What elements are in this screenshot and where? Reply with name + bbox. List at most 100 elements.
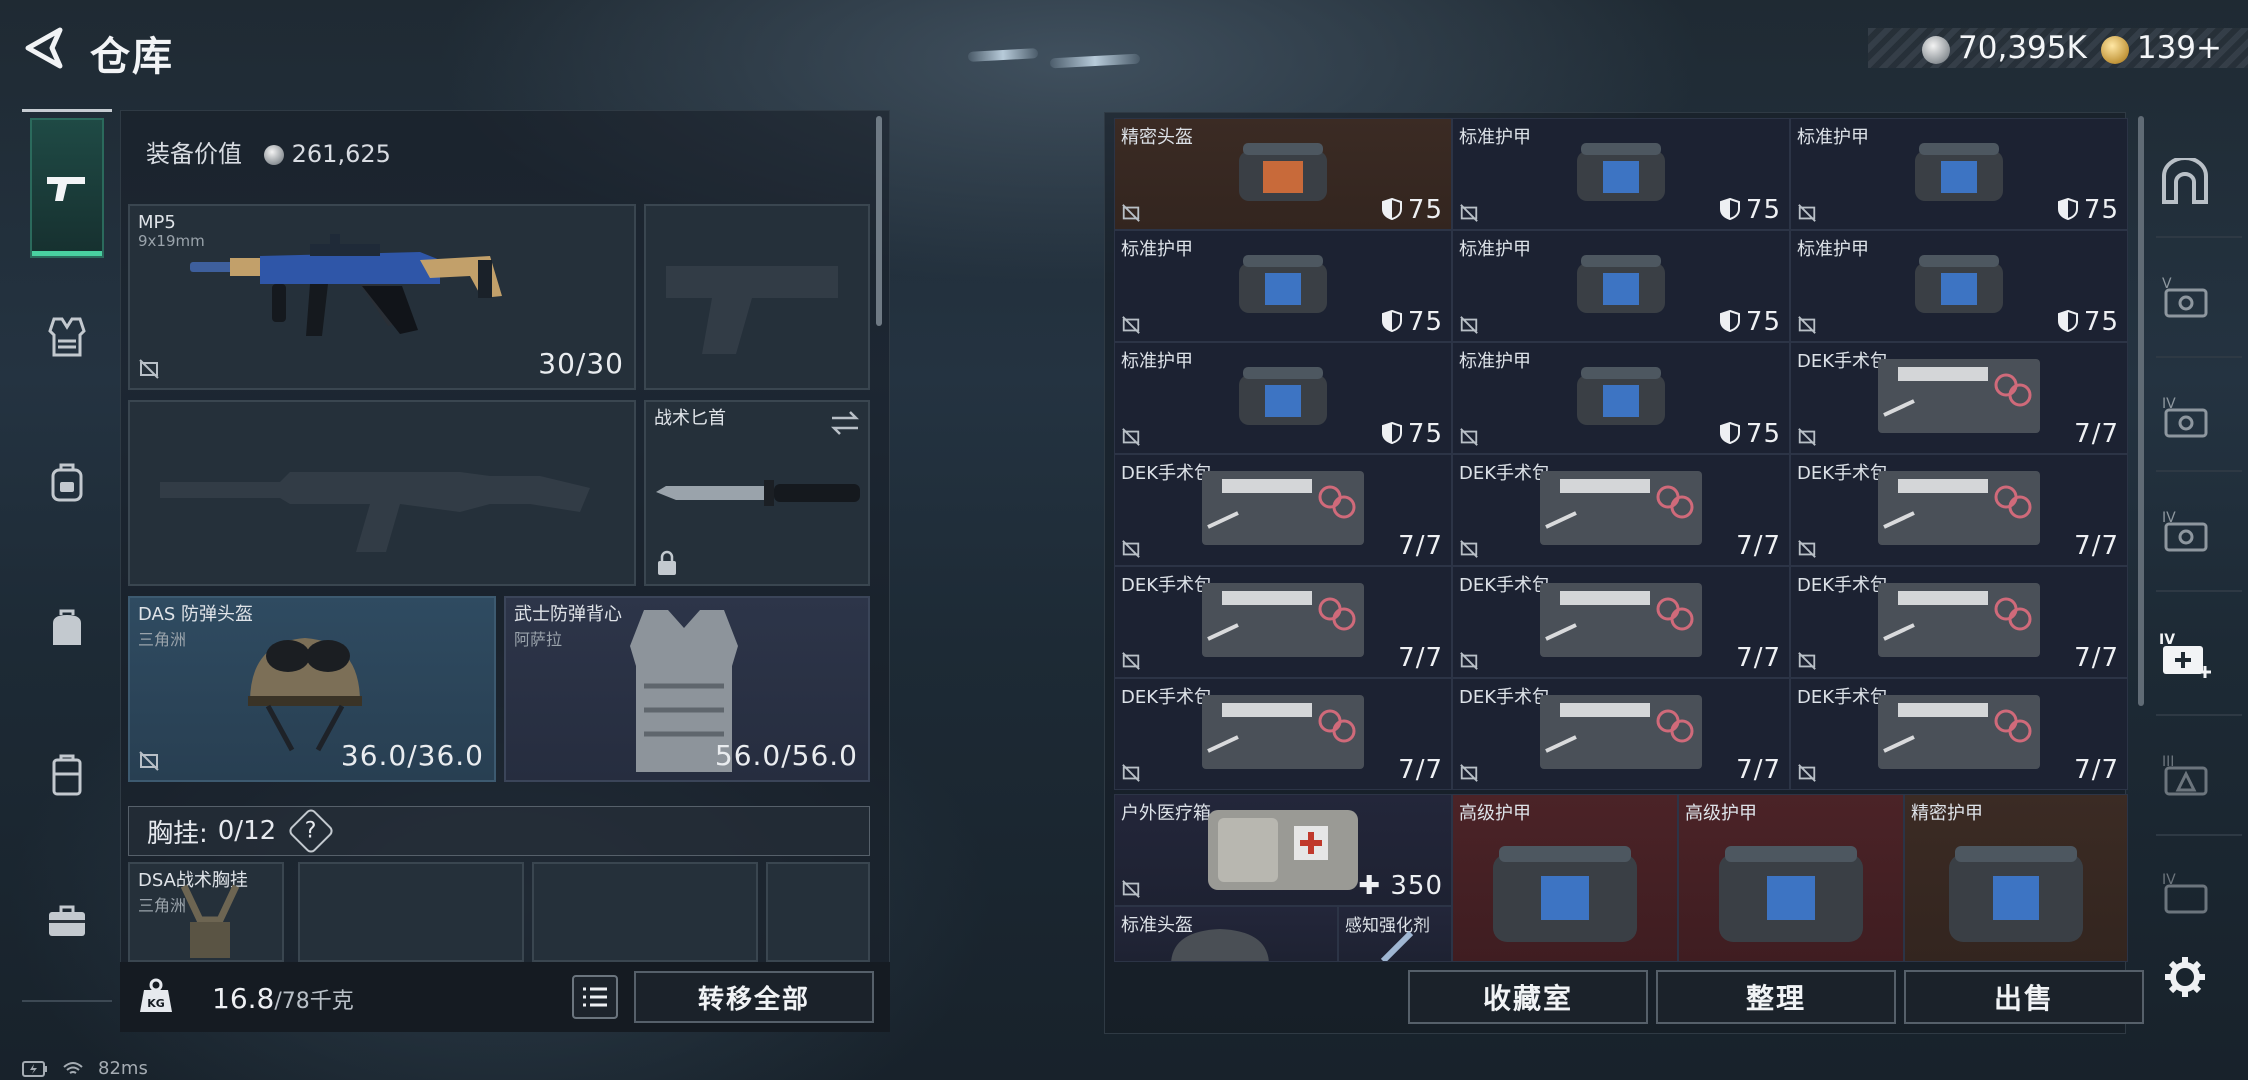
storage-tab-iv[interactable]: IV (2150, 382, 2220, 452)
grid-item-medkit[interactable]: DEK手术包 7/7 (1114, 678, 1452, 790)
no-insure-icon (1122, 204, 1140, 222)
chest-rig-count: 0/12 (217, 816, 277, 846)
grid-item-medkit[interactable]: DEK手术包 7/7 (1790, 454, 2128, 566)
storage-box-iv-icon: IV (2162, 872, 2208, 914)
transfer-all-button[interactable]: 转移全部 (634, 971, 874, 1023)
medkit-icon (1536, 691, 1706, 777)
helmet-slot[interactable]: DAS 防弹头盔 三角洲 36.0/36.0 (128, 596, 496, 782)
grid-item-advanced-armor[interactable]: 高级护甲 (1678, 794, 1904, 962)
no-insure-icon (1798, 428, 1816, 446)
weight-kg-icon: KG (140, 978, 172, 1012)
list-view-button[interactable] (572, 975, 618, 1019)
primary-weapon-slot[interactable]: MP5 9x19mm 30/30 (128, 204, 636, 390)
grid-item-armor[interactable]: 标准护甲 75 (1790, 230, 2128, 342)
item-name: 高级护甲 (1685, 803, 1757, 824)
rifle-slot[interactable] (128, 400, 636, 586)
svg-text:IV: IV (2159, 632, 2175, 648)
grid-item-stim[interactable]: 感知强化剂 (1338, 906, 1452, 962)
storage-tab-main[interactable] (2150, 146, 2220, 216)
item-name: 标准护甲 (1121, 351, 1193, 372)
nav-divider (2156, 470, 2242, 472)
grid-item-armor[interactable]: 标准护甲 75 (1452, 230, 1790, 342)
item-value: 75 (2057, 307, 2119, 337)
storage-tab-iv-3[interactable]: IV (2150, 858, 2220, 928)
mp5-icon (190, 234, 502, 336)
rifle-silhouette-icon (160, 472, 590, 552)
no-insure-icon (1460, 540, 1478, 558)
medkit-icon (1536, 467, 1706, 553)
equipment-scrollbar[interactable] (876, 116, 882, 326)
item-value: 7/7 (1736, 643, 1781, 673)
grid-item-armor[interactable]: 标准护甲 75 (1114, 342, 1452, 454)
grid-item-armor[interactable]: 标准护甲 75 (1790, 118, 2128, 230)
melee-slot[interactable]: 战术匕首 (644, 400, 870, 586)
gold-currency[interactable]: 139+ (2100, 30, 2222, 66)
storage-tab-v[interactable]: V (2150, 262, 2220, 332)
storage-box-v-icon: V (2162, 276, 2208, 318)
shield-icon (2057, 197, 2078, 221)
shield-icon (1719, 421, 1740, 445)
silver-coin-icon (1922, 35, 1951, 64)
grid-item-outdoor-medkit[interactable]: 户外医疗箱 ✚ 350 (1114, 794, 1452, 906)
storage-tab-iv-2[interactable]: IV (2150, 496, 2220, 566)
chest-rig-icon (180, 884, 240, 958)
grid-item-armor[interactable]: 标准护甲 75 (1452, 118, 1790, 230)
no-insure-icon (1122, 540, 1140, 558)
nav-tab-case[interactable] (30, 730, 104, 820)
sort-button[interactable]: 整理 (1656, 970, 1896, 1024)
equipment-value-amount: 261,625 (291, 140, 391, 168)
grid-item-medkit[interactable]: DEK手术包 7/7 (1452, 454, 1790, 566)
grid-item-armor[interactable]: 标准护甲 75 (1452, 342, 1790, 454)
weight-readout: 16.8/78千克 (212, 982, 354, 1015)
grid-item-helmet[interactable]: 精密头盔 75 (1114, 118, 1452, 230)
shield-icon (1381, 421, 1402, 445)
storage-tab-iii[interactable]: III (2150, 740, 2220, 810)
chest-rig-slot[interactable]: DSA战术胸挂 三角洲 (128, 862, 284, 962)
secondary-weapon-slot[interactable] (644, 204, 870, 390)
nav-tab-vest[interactable] (30, 292, 104, 382)
settings-button[interactable] (2150, 942, 2220, 1012)
weight-current: 16.8 (212, 982, 275, 1015)
collection-room-button[interactable]: 收藏室 (1408, 970, 1648, 1024)
item-value: 7/7 (1398, 531, 1443, 561)
grid-item-medkit[interactable]: DEK手术包 7/7 (1114, 454, 1452, 566)
weapon-ammo: 30/30 (538, 347, 624, 380)
nav-tab-toolbox[interactable] (30, 876, 104, 966)
grid-item-standard-helmet[interactable]: 标准头盔 (1114, 906, 1338, 962)
equipment-value-label: 装备价值 (146, 140, 242, 168)
storage-tab-iv-medical[interactable]: IV (2150, 620, 2220, 690)
ceiling-light (1049, 53, 1141, 69)
chest-pocket-slot[interactable] (532, 862, 758, 962)
item-value: 75 (1719, 195, 1781, 225)
shield-icon (1719, 197, 1740, 221)
chest-pocket-slot[interactable] (766, 862, 870, 962)
weight-max: /78千克 (274, 989, 354, 1014)
armor-icon (1911, 139, 2007, 209)
medkit-icon (1874, 579, 2044, 665)
no-insure-icon (1798, 540, 1816, 558)
armor-icon (1235, 363, 1331, 433)
chest-pocket-slot[interactable] (298, 862, 524, 962)
grid-item-precise-armor[interactable]: 精密护甲 (1904, 794, 2128, 962)
grid-item-medkit[interactable]: DEK手术包 7/7 (1790, 566, 2128, 678)
vault-icon (2162, 158, 2208, 204)
item-name: 标准护甲 (1797, 127, 1869, 148)
armor-slot[interactable]: 武士防弹背心 阿萨拉 56.0/56.0 (504, 596, 870, 782)
help-icon[interactable]: ? (287, 806, 336, 856)
grid-item-advanced-armor[interactable]: 高级护甲 (1452, 794, 1678, 962)
grid-item-medkit[interactable]: DEK手术包 7/7 (1114, 566, 1452, 678)
grid-item-medkit[interactable]: DEK手术包 7/7 (1790, 342, 2128, 454)
back-button[interactable] (22, 26, 68, 70)
swap-icon[interactable] (830, 410, 860, 436)
nav-tab-bag[interactable] (30, 584, 104, 674)
grid-item-armor[interactable]: 标准护甲 75 (1114, 230, 1452, 342)
sell-button[interactable]: 出售 (1904, 970, 2144, 1024)
item-value: ✚ 350 (1358, 871, 1443, 901)
storage-scrollbar[interactable] (2138, 116, 2144, 706)
storage-box-iii-icon: III (2162, 754, 2208, 796)
grid-item-medkit[interactable]: DEK手术包 7/7 (1790, 678, 2128, 790)
grid-item-medkit[interactable]: DEK手术包 7/7 (1452, 678, 1790, 790)
nav-tab-weapons[interactable] (30, 118, 104, 258)
grid-item-medkit[interactable]: DEK手术包 7/7 (1452, 566, 1790, 678)
nav-tab-backpack[interactable] (30, 438, 104, 528)
